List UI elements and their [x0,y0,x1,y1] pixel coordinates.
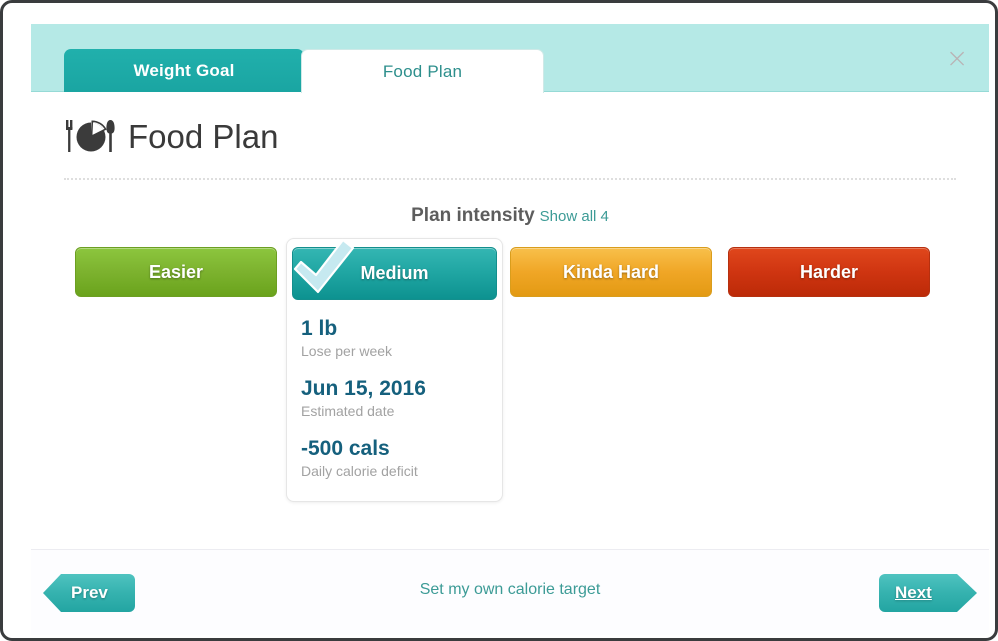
dialog-inner: Weight Goal Food Plan × Food Plan Plan i… [6,6,992,635]
plan-stats-list: 1 lb Lose per week Jun 15, 2016 Estimate… [301,317,492,480]
plan-intensity-header: Plan intensity Show all 4 [31,205,989,227]
intensity-option-harder-label: Harder [799,261,859,282]
next-button[interactable]: Next [879,574,977,612]
stat-label-estimated-date: Estimated date [301,403,395,420]
tab-weight-goal-label: Weight Goal [133,60,235,80]
close-icon[interactable]: × [943,44,971,72]
show-all-link[interactable]: Show all 4 [540,208,609,225]
page-title-row: Food Plan [64,118,278,154]
stat-value-calorie-deficit: -500 cals [301,436,390,460]
set-own-calorie-target-link[interactable]: Set my own calorie target [31,581,989,599]
plan-intensity-title: Plan intensity [411,205,535,226]
title-divider [64,178,956,181]
intensity-option-easier-label: Easier [148,261,204,282]
dialog-window: Weight Goal Food Plan × Food Plan Plan i… [0,0,998,641]
main-content: Food Plan Plan intensity Show all 4 1 lb … [31,92,989,549]
intensity-option-medium-label: Medium [360,263,429,283]
tab-weight-goal[interactable]: Weight Goal [64,49,304,92]
tab-bar: Weight Goal Food Plan × [31,24,989,93]
intensity-option-medium[interactable]: Medium [292,238,497,300]
close-icon-glyph: × [945,42,969,74]
stat-label-calorie-deficit: Daily calorie deficit [301,463,418,480]
footer-bar: Prev Set my own calorie target Next [31,550,989,635]
tab-food-plan[interactable]: Food Plan [301,49,544,93]
intensity-option-kinda-hard[interactable]: Kinda Hard [510,247,712,297]
fork-plate-knife-icon [66,120,115,152]
stat-label-lose-per-week: Lose per week [301,343,393,360]
next-button-label: Next [895,583,932,602]
stat-value-lose-per-week: 1 lb [301,317,338,340]
intensity-option-kinda-hard-label: Kinda Hard [562,261,659,282]
intensity-button-row: Easier Medium Kinda Hard Harder [31,238,989,305]
page-title: Food Plan [128,117,279,155]
tab-food-plan-label: Food Plan [382,61,463,81]
intensity-option-easier[interactable]: Easier [75,247,277,297]
stat-value-estimated-date: Jun 15, 2016 [301,376,426,400]
intensity-option-harder[interactable]: Harder [728,247,930,297]
